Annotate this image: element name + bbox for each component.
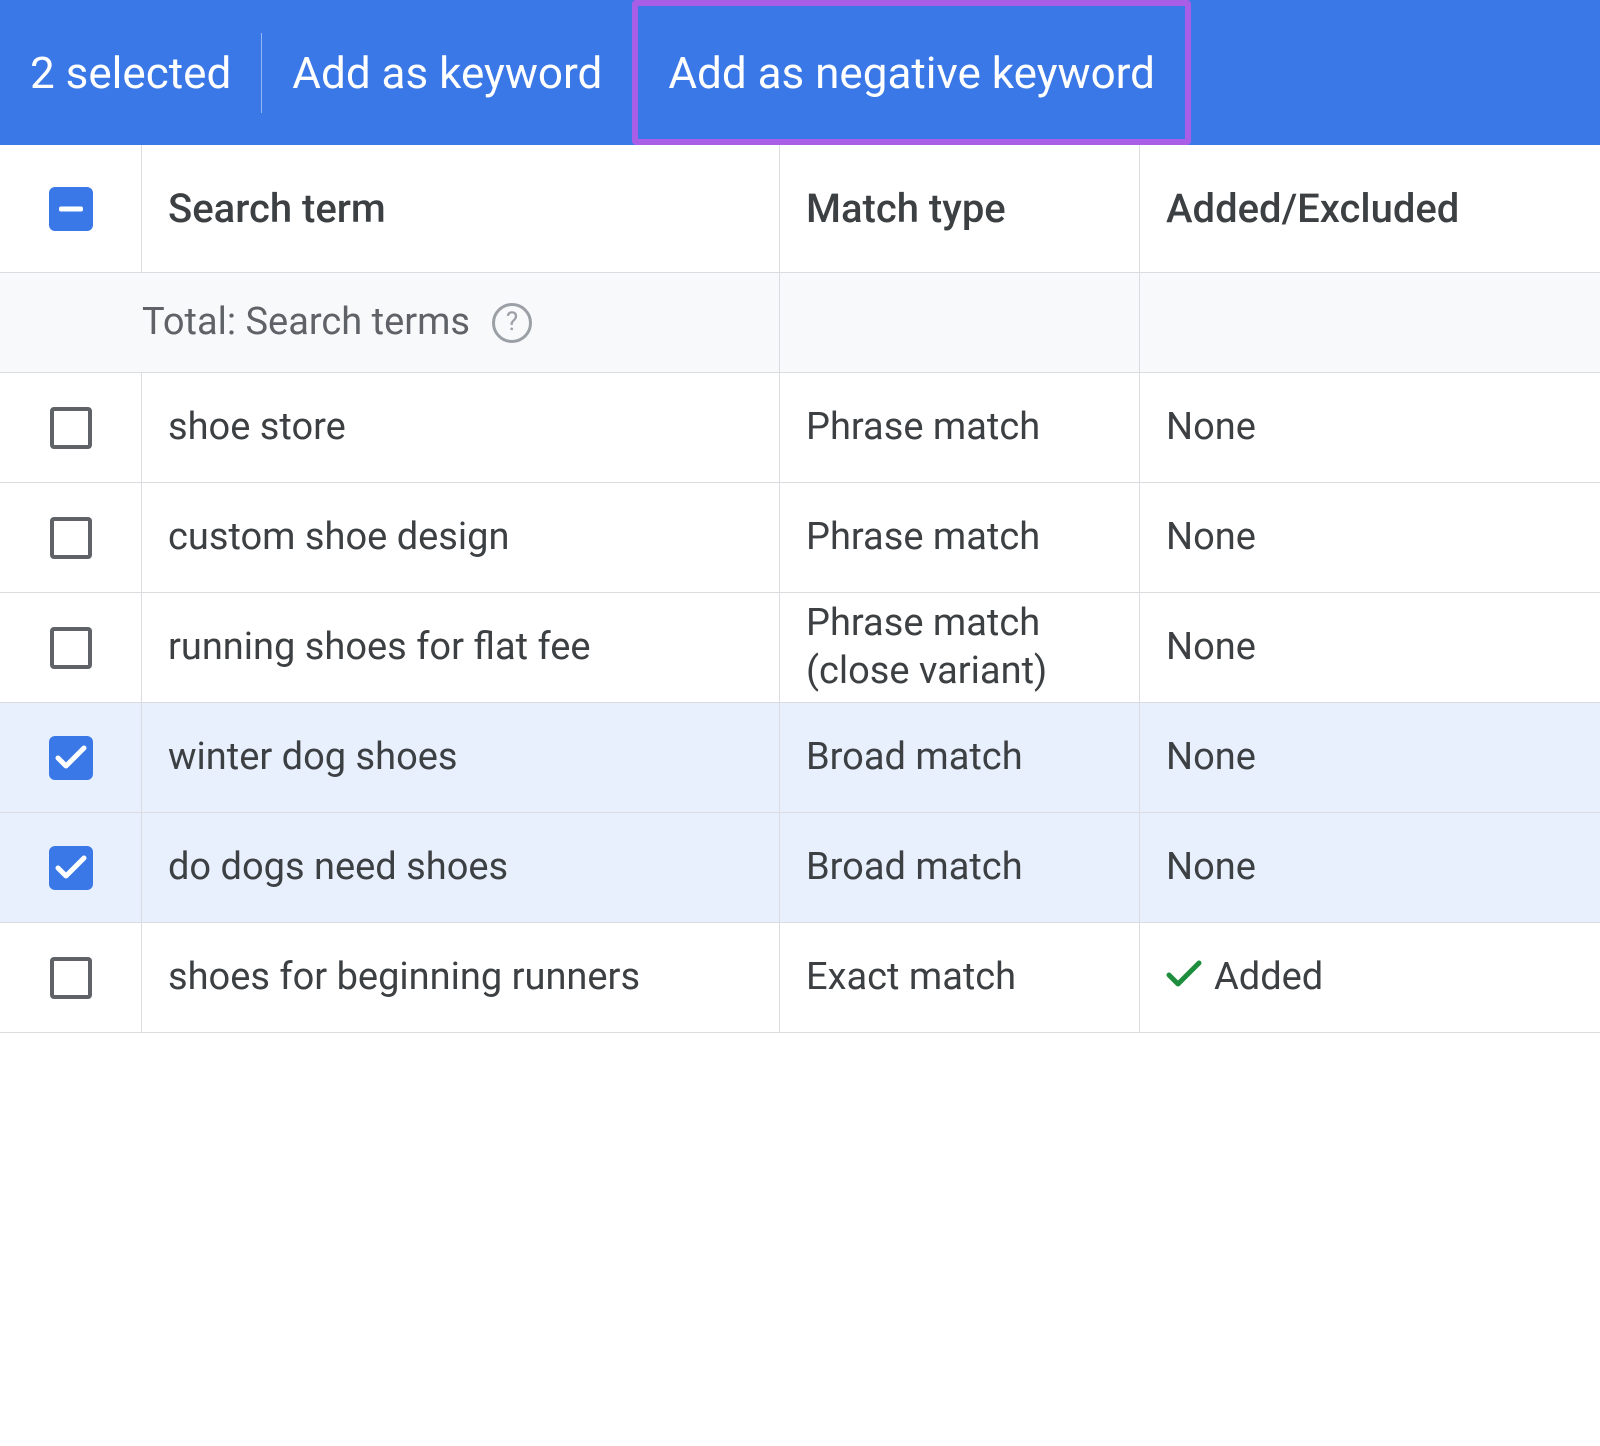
row-added-excluded-cell: Added <box>1140 923 1598 1032</box>
row-match-type: Phrase match <box>806 514 1040 562</box>
help-icon[interactable]: ? <box>492 303 532 343</box>
add-as-keyword-label: Add as keyword <box>292 47 602 99</box>
row-search-term: do dogs need shoes <box>168 844 508 892</box>
row-search-term: shoe store <box>168 404 346 452</box>
total-row-label: Total: Search terms <box>142 299 470 347</box>
row-added-excluded: None <box>1166 404 1256 452</box>
row-added-excluded: Added <box>1214 954 1323 1002</box>
row-added-excluded: None <box>1166 734 1256 782</box>
row-added-excluded-cell: None <box>1140 373 1598 482</box>
add-as-keyword-button[interactable]: Add as keyword <box>262 0 632 145</box>
total-row-added-cell <box>1140 273 1598 372</box>
row-search-term-cell[interactable]: winter dog shoes <box>142 703 780 812</box>
table-row: shoe store Phrase match None <box>0 373 1600 483</box>
row-match-type-cell: Broad match <box>780 813 1140 922</box>
row-checkbox-cell <box>0 703 142 812</box>
add-as-negative-keyword-button[interactable]: Add as negative keyword <box>632 0 1191 145</box>
total-row-label-cell: Total: Search terms ? <box>142 273 780 372</box>
row-checkbox-cell <box>0 373 142 482</box>
row-match-type-cell: Broad match <box>780 703 1140 812</box>
header-added-excluded-label: Added/Excluded <box>1166 184 1459 234</box>
add-as-negative-keyword-label: Add as negative keyword <box>668 47 1155 99</box>
row-search-term-cell[interactable]: do dogs need shoes <box>142 813 780 922</box>
header-checkbox-cell <box>0 145 142 272</box>
table-row: do dogs need shoes Broad match None <box>0 813 1600 923</box>
header-added-excluded[interactable]: Added/Excluded <box>1140 145 1598 272</box>
row-added-excluded-cell: None <box>1140 483 1598 592</box>
total-row-match-cell <box>780 273 1140 372</box>
row-match-type: Exact match <box>806 954 1016 1002</box>
table-row: running shoes for flat fee Phrase match (… <box>0 593 1600 703</box>
row-search-term-cell[interactable]: shoes for beginning runners <box>142 923 780 1032</box>
row-search-term: custom shoe design <box>168 514 509 562</box>
table-row: shoes for beginning runners Exact match Ad… <box>0 923 1600 1033</box>
row-match-type-cell: Phrase match <box>780 483 1140 592</box>
row-added-excluded: None <box>1166 844 1256 892</box>
row-checkbox-cell <box>0 923 142 1032</box>
row-checkbox[interactable] <box>50 627 92 669</box>
row-match-type: Phrase match (close variant) <box>806 600 1113 695</box>
row-checkbox[interactable] <box>50 517 92 559</box>
header-search-term-label: Search term <box>168 184 753 234</box>
row-added-excluded: None <box>1166 624 1256 672</box>
row-match-type-cell: Phrase match (close variant) <box>780 593 1140 702</box>
row-checkbox-cell <box>0 813 142 922</box>
header-match-type-label: Match type <box>806 184 1006 234</box>
row-checkbox[interactable] <box>49 846 93 890</box>
total-row: Total: Search terms ? <box>0 273 1600 373</box>
row-match-type: Phrase match <box>806 404 1040 452</box>
row-added-excluded-cell: None <box>1140 703 1598 812</box>
row-search-term-cell[interactable]: shoe store <box>142 373 780 482</box>
row-search-term: running shoes for flat fee <box>168 624 591 672</box>
row-match-type: Broad match <box>806 734 1023 782</box>
header-search-term[interactable]: Search term <box>142 145 780 272</box>
row-search-term: winter dog shoes <box>168 734 458 782</box>
row-checkbox[interactable] <box>50 407 92 449</box>
row-search-term: shoes for beginning runners <box>168 954 640 1002</box>
selected-count-label: 2 selected <box>30 47 261 99</box>
checkmark-icon <box>1166 954 1202 1002</box>
table-header-row: Search term Match type Added/Excluded <box>0 145 1600 273</box>
row-checkbox-cell <box>0 593 142 702</box>
row-checkbox[interactable] <box>50 957 92 999</box>
row-checkbox[interactable] <box>49 736 93 780</box>
row-added-excluded-cell: None <box>1140 593 1598 702</box>
row-added-excluded-cell: None <box>1140 813 1598 922</box>
table-row: winter dog shoes Broad match None <box>0 703 1600 813</box>
row-added-excluded: None <box>1166 514 1256 562</box>
select-all-checkbox[interactable] <box>49 187 93 231</box>
added-status: Added <box>1166 954 1323 1002</box>
row-match-type-cell: Phrase match <box>780 373 1140 482</box>
total-row-spacer <box>0 273 142 372</box>
row-search-term-cell[interactable]: running shoes for flat fee <box>142 593 780 702</box>
header-match-type[interactable]: Match type <box>780 145 1140 272</box>
selection-action-bar: 2 selected Add as keyword Add as negativ… <box>0 0 1600 145</box>
row-search-term-cell[interactable]: custom shoe design <box>142 483 780 592</box>
row-match-type: Broad match <box>806 844 1023 892</box>
row-checkbox-cell <box>0 483 142 592</box>
table-row: custom shoe design Phrase match None <box>0 483 1600 593</box>
row-match-type-cell: Exact match <box>780 923 1140 1032</box>
